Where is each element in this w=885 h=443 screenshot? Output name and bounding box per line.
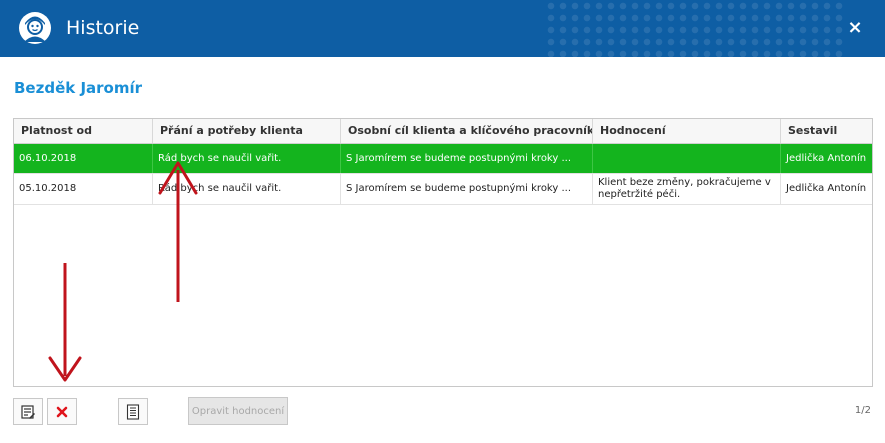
table-row[interactable]: 05.10.2018 Rád bych se naučil vařit. S J… <box>14 174 872 205</box>
column-header-prani[interactable]: Přání a potřeby klienta <box>153 119 341 143</box>
page-indicator: 1/2 <box>854 405 871 416</box>
titlebar-pattern <box>545 0 845 57</box>
cell-platnost: 05.10.2018 <box>14 174 153 204</box>
column-header-cil[interactable]: Osobní cíl klienta a klíčového pracovník… <box>341 119 593 143</box>
red-x-icon <box>56 406 68 417</box>
cell-cil: S Jaromírem se budeme postupnými kroky .… <box>341 144 593 173</box>
column-header-sestavil[interactable]: Sestavil <box>781 119 872 143</box>
user-avatar-icon <box>19 12 51 44</box>
history-table: Platnost od Přání a potřeby klienta Osob… <box>13 118 873 387</box>
column-header-hodnoceni[interactable]: Hodnocení <box>593 119 781 143</box>
client-name: Bezděk Jaromír <box>14 79 143 97</box>
cell-prani: Rád bych se naučil vařit. <box>153 144 341 173</box>
delete-button[interactable] <box>47 398 77 425</box>
document-icon <box>126 403 140 420</box>
cell-hodnoceni <box>593 144 781 173</box>
cell-cil: S Jaromírem se budeme postupnými kroky .… <box>341 174 593 204</box>
document-button[interactable] <box>118 398 148 425</box>
historie-dialog: Historie × Bezděk Jaromír Platnost od Př… <box>0 0 885 443</box>
cell-sestavil: Jedlička Antonín <box>786 152 867 164</box>
edit-note-icon <box>21 404 35 419</box>
cell-sestavil: Jedlička Antonín <box>786 183 867 194</box>
window-title: Historie <box>66 17 140 39</box>
cell-hodnoceni: Klient beze změny, pokračujeme v nepřetr… <box>593 174 781 204</box>
column-header-platnost[interactable]: Platnost od <box>14 119 153 143</box>
edit-button[interactable] <box>13 398 43 425</box>
close-button[interactable]: × <box>845 18 865 38</box>
title-bar: Historie × <box>0 0 885 57</box>
opravit-hodnoceni-button[interactable]: Opravit hodnocení <box>188 397 288 425</box>
table-header: Platnost od Přání a potřeby klienta Osob… <box>14 119 872 144</box>
table-row-selected[interactable]: 06.10.2018 Rád bych se naučil vařit. S J… <box>14 144 872 174</box>
cell-platnost: 06.10.2018 <box>14 144 153 173</box>
cell-prani: Rád bych se naučil vařit. <box>153 174 341 204</box>
